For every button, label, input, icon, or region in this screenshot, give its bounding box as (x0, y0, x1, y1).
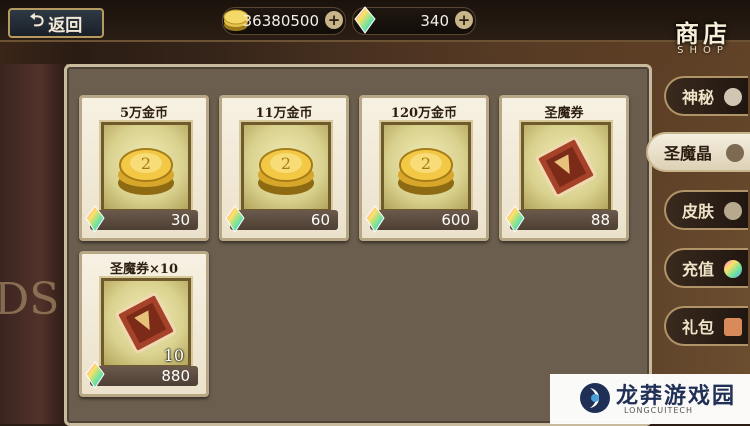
coin-stack-icon: 2 (398, 148, 454, 195)
top-bar: ⮌ 返回 36380500 + 340 + (0, 0, 750, 42)
tab-recharge[interactable]: 充值 (664, 248, 748, 288)
shop-item-card[interactable]: 11万金币 2 60 (219, 95, 349, 241)
gem-icon (225, 205, 245, 233)
item-price: 60 (230, 210, 338, 230)
item-name: 120万金币 (390, 106, 458, 121)
gem-icon (365, 205, 385, 233)
back-label: 返回 (48, 15, 83, 36)
gem-count: 340 (420, 12, 449, 30)
tab-label: 礼包 (682, 318, 715, 337)
item-frame: 2 (101, 122, 191, 212)
dice-icon (724, 88, 742, 106)
svg-text:2: 2 (281, 154, 291, 173)
back-button[interactable]: ⮌ 返回 (8, 8, 104, 38)
gift-icon (724, 318, 742, 336)
coin-stack-icon: 2 (118, 148, 174, 195)
tab-skin[interactable]: 皮肤 (664, 190, 748, 230)
tab-label: 皮肤 (682, 202, 715, 221)
item-frame: 10 (101, 278, 191, 368)
item-name: 圣魔券 (544, 106, 584, 121)
coin-stack-icon: 2 (258, 148, 314, 195)
gem-icon (85, 361, 105, 389)
add-coins-button[interactable]: + (325, 11, 343, 29)
tab-gift-pack[interactable]: 礼包 (664, 306, 748, 346)
item-frame (521, 122, 611, 212)
gem-balance: 340 + (352, 6, 476, 35)
skin-icon (724, 202, 742, 220)
shop-item-card[interactable]: 120万金币 2 600 (359, 95, 489, 241)
tab-mystery[interactable]: 神秘 (664, 76, 748, 116)
back-arrow-icon: ⮌ (29, 10, 45, 31)
shop-item-panel: 5万金币 2 30 11万金币 2 60 120万金币 2 600 圣魔券 88… (64, 64, 652, 426)
shop-item-card[interactable]: 5万金币 2 30 (79, 95, 209, 241)
svg-text:2: 2 (141, 154, 151, 173)
tab-label: 充值 (682, 260, 715, 279)
shop-item-card[interactable]: 圣魔券 88 (499, 95, 629, 241)
add-gems-button[interactable]: + (455, 11, 473, 29)
tab-label: 神秘 (682, 88, 715, 107)
ticket-icon (535, 136, 597, 198)
watermark-logo-icon (580, 383, 610, 413)
coin-count: 36380500 (242, 12, 319, 30)
left-decoration: DS (0, 64, 68, 424)
shop-item-card[interactable]: 圣魔券×10 10 880 (79, 251, 209, 397)
item-price: 88 (510, 210, 618, 230)
item-frame: 2 (381, 122, 471, 212)
item-name: 圣魔券×10 (110, 262, 178, 277)
item-price: 600 (370, 210, 478, 230)
item-name: 11万金币 (255, 106, 313, 121)
watermark-subtext: LONGCUITECH (624, 406, 693, 415)
gem-icon (85, 205, 105, 233)
coin-balance: 36380500 + (222, 7, 346, 35)
shop-title: 商店 SHOP (660, 14, 746, 58)
crystal-icon (726, 144, 744, 162)
item-price: 880 (90, 366, 198, 386)
gem-icon (354, 6, 376, 34)
item-price: 30 (90, 210, 198, 230)
gem-icon (505, 205, 525, 233)
item-frame: 2 (241, 122, 331, 212)
item-quantity: 10 (163, 346, 184, 365)
tab-holy-crystal[interactable]: 圣魔晶 (646, 132, 750, 172)
svg-text:2: 2 (421, 154, 431, 173)
shop-subtitle-text: SHOP (677, 45, 729, 56)
item-name: 5万金币 (119, 106, 169, 121)
shop-title-text: 商店 (675, 19, 731, 48)
gem-icon (724, 260, 742, 278)
tab-label: 圣魔晶 (664, 144, 713, 163)
watermark: 龙莽游戏园 LONGCUITECH (550, 374, 750, 424)
